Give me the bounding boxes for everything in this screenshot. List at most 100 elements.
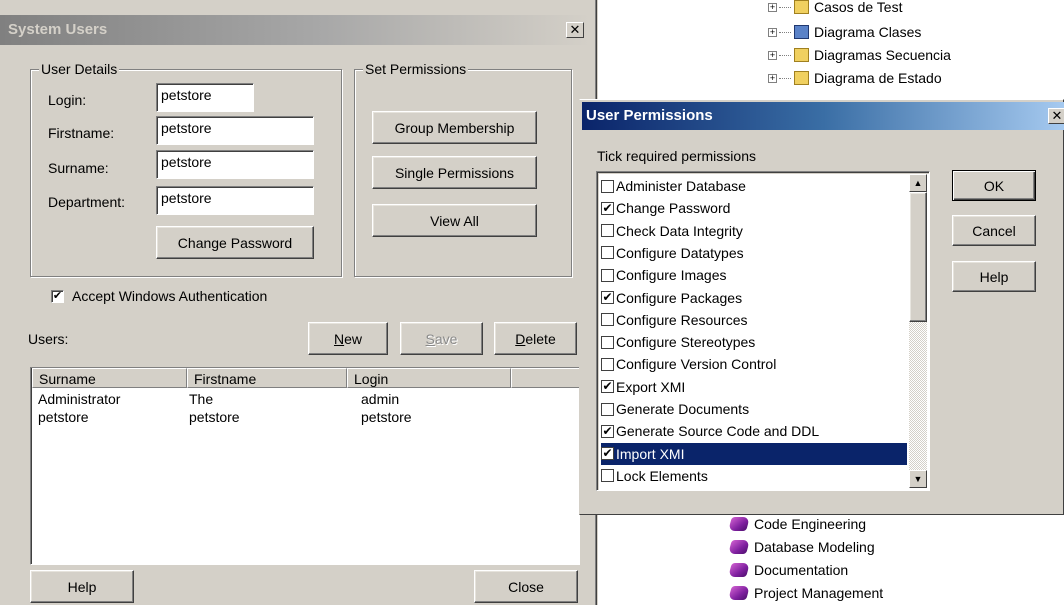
permission-checkbox[interactable] [601, 469, 614, 483]
tree-item-database-modeling[interactable]: Database Modeling [728, 539, 875, 555]
row-firstname: The [189, 391, 214, 407]
accept-windows-auth-checkbox[interactable]: ✔ [51, 290, 64, 303]
permission-checkbox[interactable]: ✔ [601, 424, 614, 438]
table-row[interactable]: Administrator The admin [31, 390, 577, 409]
ok-button[interactable]: OK [952, 170, 1036, 201]
tree-item-documentation[interactable]: Documentation [728, 562, 848, 578]
column-header-login[interactable]: Login [347, 368, 511, 388]
view-all-button[interactable]: View All [372, 204, 537, 237]
save-button[interactable]: Save [400, 322, 483, 355]
close-button[interactable]: Close [474, 570, 578, 603]
delete-button[interactable]: Delete [494, 322, 577, 355]
tree-item-label: Diagrama de Estado [814, 70, 942, 86]
user-permissions-titlebar[interactable]: User Permissions ✕ [582, 102, 1064, 130]
surname-field[interactable]: petstore [156, 150, 314, 179]
expand-icon[interactable]: + [768, 73, 777, 83]
permission-checkbox[interactable] [601, 224, 614, 238]
scroll-up-icon[interactable]: ▲ [909, 174, 927, 192]
permission-item[interactable]: Check Data Integrity [601, 220, 901, 242]
permission-checkbox[interactable] [601, 268, 614, 282]
surname-label: Surname: [48, 160, 109, 176]
permission-item[interactable]: ✔ Export XMI [601, 376, 901, 398]
permission-checkbox[interactable] [601, 335, 614, 349]
expand-icon[interactable]: + [768, 27, 777, 37]
permission-item[interactable]: Configure Images [601, 264, 901, 286]
permission-label: Configure Stereotypes [616, 334, 756, 351]
system-users-titlebar[interactable]: System Users ✕ [0, 15, 590, 45]
tree-item-label: Casos de Test [814, 0, 903, 15]
permission-label: Generate Documents [616, 401, 750, 417]
change-password-button[interactable]: Change Password [156, 226, 314, 259]
users-label: Users: [28, 331, 69, 347]
book-icon [728, 540, 750, 554]
permissions-help-button[interactable]: Help [952, 261, 1036, 292]
column-header-firstname[interactable]: Firstname [187, 368, 347, 388]
permission-label: Administer Database [616, 178, 746, 194]
permission-checkbox[interactable] [601, 357, 614, 371]
permission-checkbox[interactable] [601, 179, 614, 193]
delete-button-mnemonic: D [515, 330, 526, 347]
permission-label: Generate Source Code and DDL [616, 423, 820, 440]
single-permissions-button[interactable]: Single Permissions [372, 156, 537, 189]
tree-item-label: Project Management [754, 585, 884, 601]
permission-item[interactable]: ✔ Change Password [601, 197, 901, 219]
expand-icon[interactable]: + [768, 50, 777, 60]
permission-item[interactable]: Administer Database [601, 175, 901, 197]
folder-icon [794, 71, 809, 85]
login-field[interactable]: petstore [156, 83, 254, 112]
user-permissions-dialog: User Permissions ✕ Tick required permiss… [579, 99, 1064, 515]
tree-item-project-management[interactable]: Project Management [728, 585, 884, 601]
permission-checkbox[interactable]: ✔ [601, 380, 614, 394]
permissions-scrollbar[interactable]: ▲ ▼ [909, 174, 927, 488]
permission-label: Lock Elements [616, 467, 708, 484]
permission-item[interactable]: Configure Version Control [601, 353, 901, 375]
scroll-thumb[interactable] [909, 192, 927, 322]
permission-item[interactable]: Configure Datatypes [601, 242, 901, 264]
department-field[interactable]: petstore [156, 186, 314, 215]
book-icon [728, 586, 750, 600]
system-users-close-icon[interactable]: ✕ [566, 22, 584, 38]
new-button[interactable]: New [308, 322, 388, 355]
tree-item-diagramas-secuencia[interactable]: + Diagramas Secuencia [768, 47, 951, 63]
scroll-down-icon[interactable]: ▼ [909, 470, 927, 488]
tree-item-diagrama-clases[interactable]: + Diagrama Clases [768, 24, 921, 40]
table-row[interactable]: petstore petstore petstore [31, 408, 577, 427]
permissions-list[interactable]: Administer Database ✔ Change Password Check… [596, 171, 930, 491]
permission-checkbox[interactable]: ✔ [601, 447, 614, 461]
help-button[interactable]: Help [30, 570, 134, 603]
row-login: petstore [361, 409, 412, 425]
permission-label: Configure Images [616, 267, 727, 284]
permission-item[interactable]: ✔ Import XMI [601, 442, 907, 465]
users-list[interactable]: Surname Firstname Login Administrator Th… [30, 367, 580, 565]
permission-item[interactable]: Configure Resources [601, 309, 901, 331]
tree-item-casos-de-test[interactable]: + Casos de Test [768, 0, 902, 15]
permission-item[interactable]: Configure Stereotypes [601, 331, 901, 353]
permission-checkbox[interactable] [601, 246, 614, 260]
permission-item[interactable]: ✔ Generate Source Code and DDL [601, 420, 901, 442]
accept-windows-auth-label: Accept Windows Authentication [72, 288, 268, 304]
row-login: admin [361, 391, 400, 407]
cancel-button[interactable]: Cancel [952, 215, 1036, 246]
login-label: Login: [48, 92, 87, 108]
permission-checkbox[interactable]: ✔ [601, 291, 614, 304]
permission-checkbox[interactable] [601, 313, 614, 327]
system-users-title: System Users [8, 21, 108, 38]
tree-connector [779, 6, 791, 8]
permission-checkbox[interactable] [601, 402, 614, 416]
class-diagram-icon [794, 25, 809, 39]
permission-item[interactable]: Generate Documents [601, 398, 901, 420]
row-surname: Administrator [38, 391, 121, 407]
column-header-surname[interactable]: Surname [32, 368, 187, 388]
user-details-legend: User Details [39, 61, 120, 77]
column-header-empty[interactable] [511, 368, 579, 388]
tree-item-code-engineering[interactable]: Code Engineering [728, 516, 866, 532]
firstname-field[interactable]: petstore [156, 116, 314, 145]
user-permissions-close-icon[interactable]: ✕ [1048, 108, 1064, 124]
tree-item-diagrama-de-estado[interactable]: + Diagrama de Estado [768, 70, 942, 86]
permission-item[interactable]: Lock Elements [601, 465, 901, 487]
tree-item-label: Database Modeling [754, 539, 875, 555]
permission-item[interactable]: ✔ Configure Packages [601, 287, 901, 309]
permission-checkbox[interactable]: ✔ [601, 201, 614, 215]
expand-icon[interactable]: + [768, 2, 777, 12]
group-membership-button[interactable]: Group Membership [372, 111, 537, 144]
